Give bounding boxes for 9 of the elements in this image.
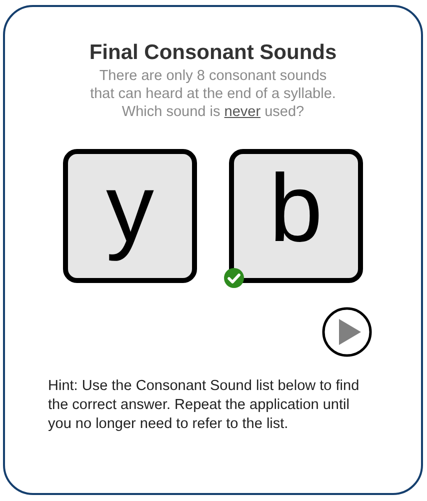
play-icon — [322, 307, 372, 357]
instruction-text: There are only 8 consonant sounds — [99, 67, 327, 85]
letter-tile[interactable]: b — [229, 149, 363, 283]
play-button[interactable] — [322, 307, 372, 357]
title: Final Consonant Sounds — [89, 40, 337, 66]
letter-tile[interactable]: y — [63, 149, 197, 283]
question-text: Which sound is never used? — [122, 103, 304, 121]
instruction-text: that can heard at the end of a syllable. — [90, 85, 336, 103]
hint-text: Hint: Use the Consonant Sound list below to find the correct answer. Repeat the application until you no longer need to refer to the list. — [48, 377, 360, 434]
